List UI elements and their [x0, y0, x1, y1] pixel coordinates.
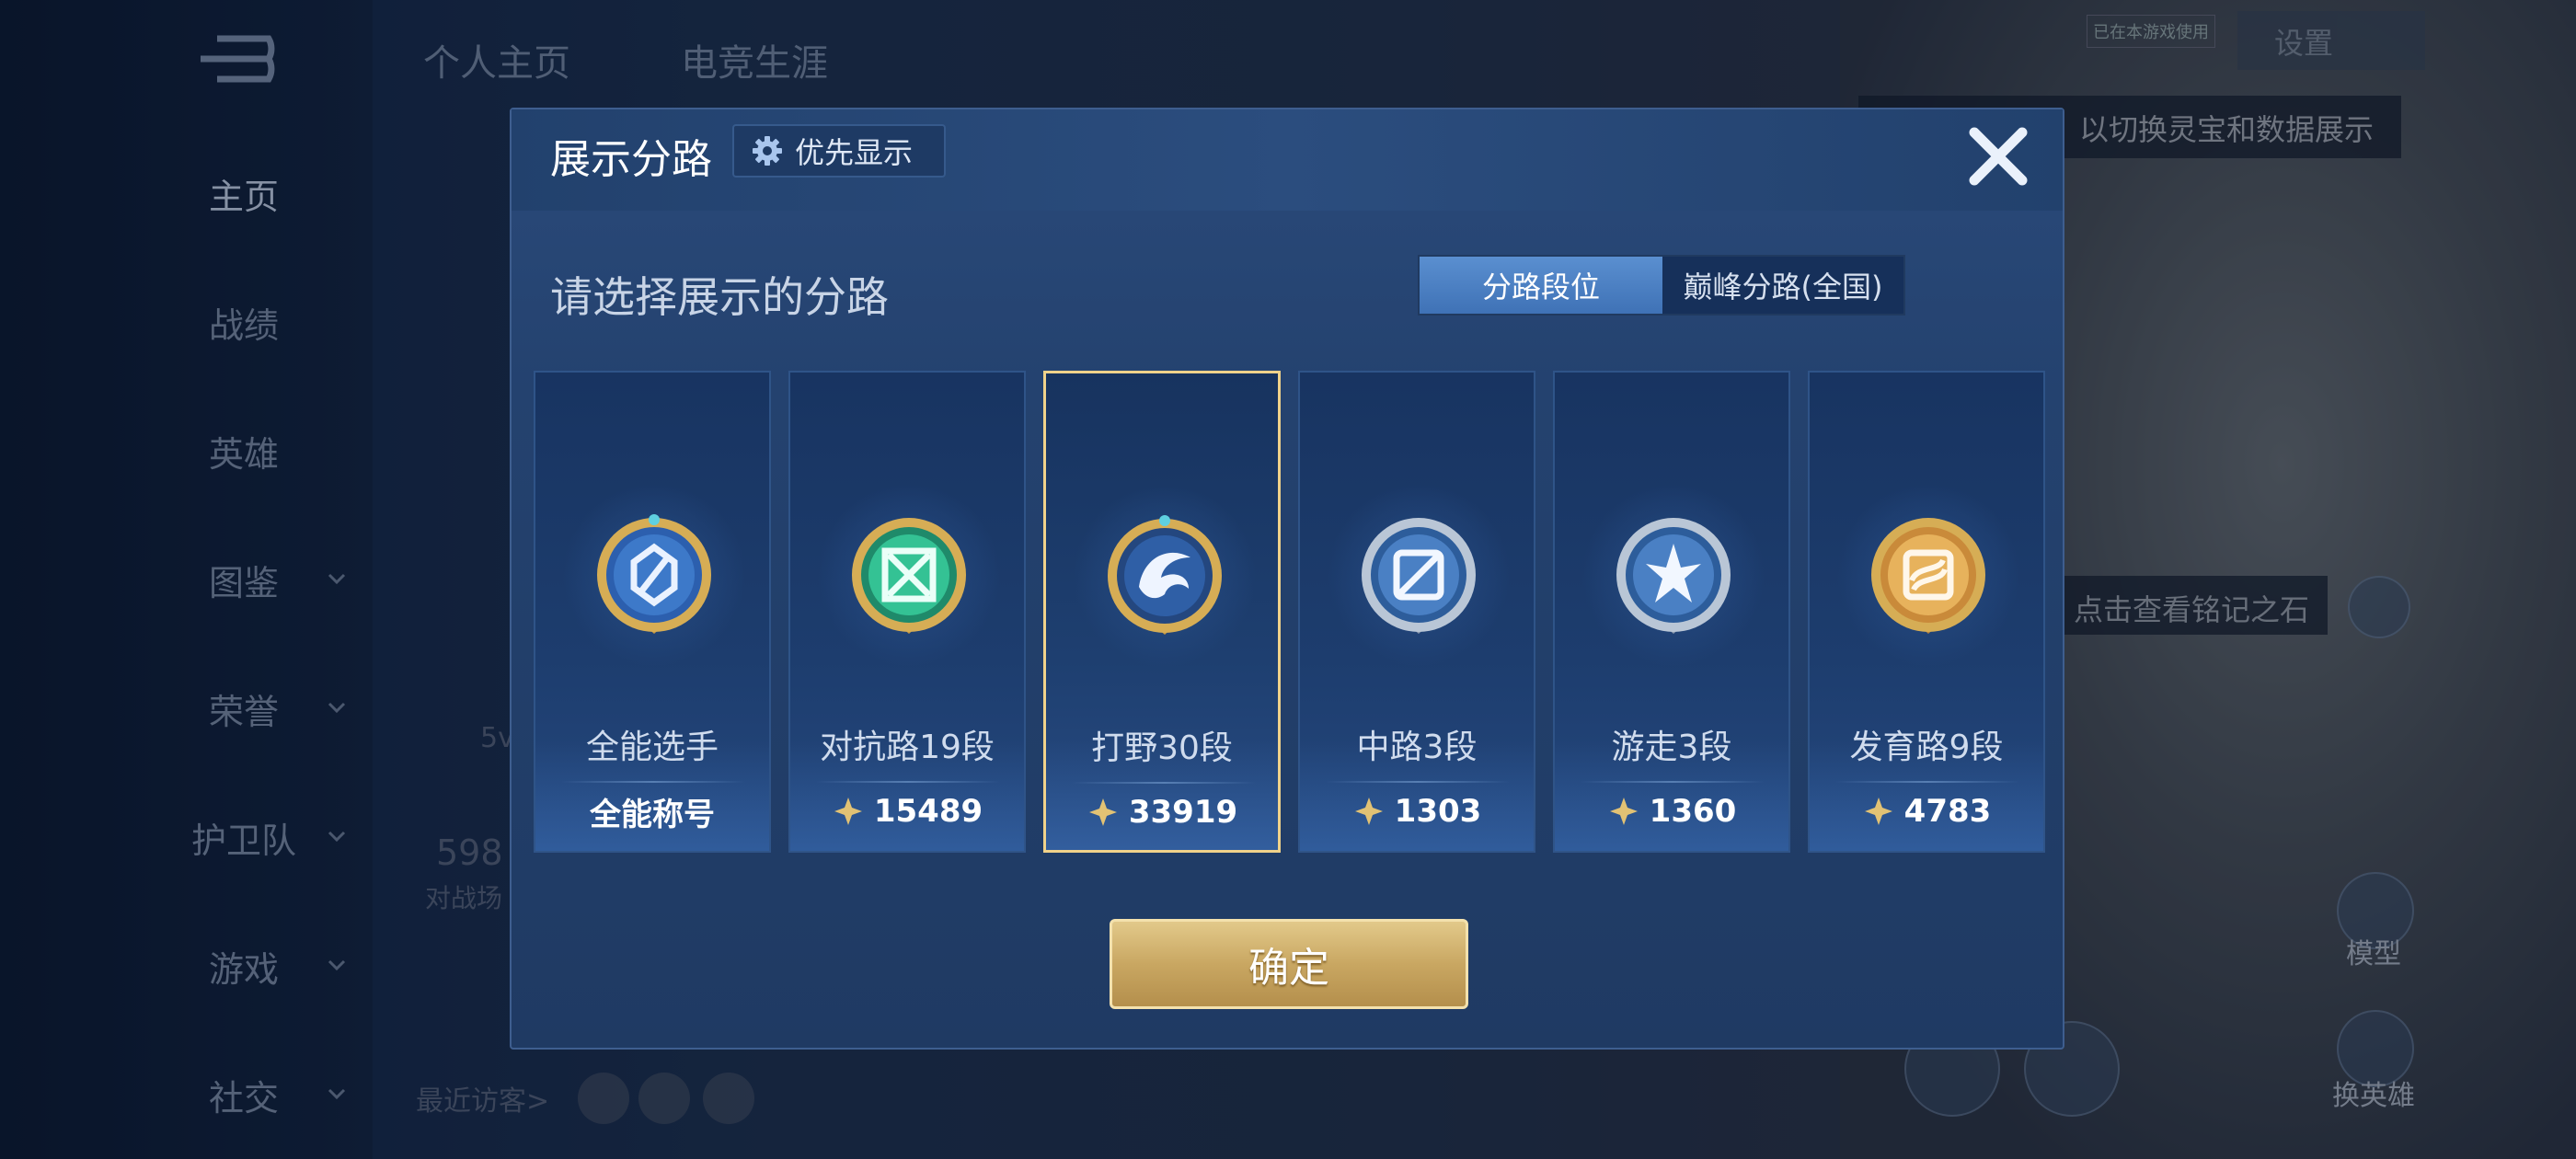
score-star-icon	[1609, 798, 1638, 825]
jungle-badge-icon	[1108, 515, 1222, 635]
divider	[1072, 782, 1256, 784]
score-value: 1303	[1394, 793, 1482, 830]
close-icon[interactable]	[1963, 121, 2033, 191]
lane-name: 全能选手	[585, 729, 719, 766]
dialog-title: 展示分路	[550, 136, 712, 183]
lane-card-roam[interactable]: 游走3段 1360	[1553, 371, 1790, 853]
lane-name: 对抗路19段	[820, 729, 995, 766]
score-star-icon	[1864, 798, 1892, 825]
farm-lane-badge-icon	[1871, 518, 1985, 634]
lane-card-jungle[interactable]: 打野30段 33919	[1043, 371, 1281, 853]
lane-name: 发育路9段	[1849, 729, 2004, 766]
clash-lane-badge-icon	[852, 518, 966, 634]
lane-display-dialog: 展示分路 优先显示 请选择展示的分路 分路段位 巅峰分路(全国) 全能选手 全能…	[510, 108, 2064, 1050]
score-value: 4783	[1903, 793, 1992, 830]
divider	[1326, 781, 1510, 783]
lane-score: 1360	[1555, 788, 1788, 834]
lane-name: 中路3段	[1356, 729, 1478, 766]
score-star-icon	[834, 798, 862, 825]
score-value: 全能称号	[590, 796, 715, 833]
score-value: 33919	[1128, 794, 1238, 831]
lane-name: 游走3段	[1611, 729, 1732, 766]
score-value: 15489	[873, 793, 983, 830]
all-rounder-badge-icon	[597, 514, 711, 634]
divider	[1581, 781, 1765, 783]
tab-lane-rank[interactable]: 分路段位	[1420, 257, 1662, 314]
lane-score: 33919	[1046, 789, 1278, 835]
score-star-icon	[1354, 798, 1383, 825]
lane-card-all-rounder[interactable]: 全能选手 全能称号	[534, 371, 771, 853]
mid-lane-badge-icon	[1362, 518, 1476, 634]
score-value: 1360	[1649, 793, 1737, 830]
lane-card-clash[interactable]: 对抗路19段 15489	[788, 371, 1026, 853]
gear-icon	[753, 136, 782, 166]
lane-score: 1303	[1300, 788, 1534, 834]
confirm-button[interactable]: 确定	[1110, 919, 1468, 1009]
lane-score: 15489	[790, 788, 1024, 834]
select-lane-prompt: 请选择展示的分路	[550, 272, 889, 322]
lane-mode-toggle: 分路段位 巅峰分路(全国)	[1418, 255, 1905, 316]
divider	[1835, 781, 2019, 783]
divider	[816, 781, 1000, 783]
priority-label: 优先显示	[795, 135, 914, 170]
lane-score: 全能称号	[535, 788, 769, 834]
lane-card-mid[interactable]: 中路3段 1303	[1298, 371, 1535, 853]
roam-badge-icon	[1616, 518, 1731, 634]
tab-peak-lane-national[interactable]: 巅峰分路(全国)	[1662, 257, 1903, 314]
lane-card-farm[interactable]: 发育路9段 4783	[1808, 371, 2045, 853]
score-star-icon	[1088, 798, 1117, 826]
lane-score: 4783	[1810, 788, 2043, 834]
lane-name: 打野30段	[1091, 729, 1233, 767]
priority-display-button[interactable]: 优先显示	[732, 124, 946, 178]
divider	[561, 781, 745, 783]
